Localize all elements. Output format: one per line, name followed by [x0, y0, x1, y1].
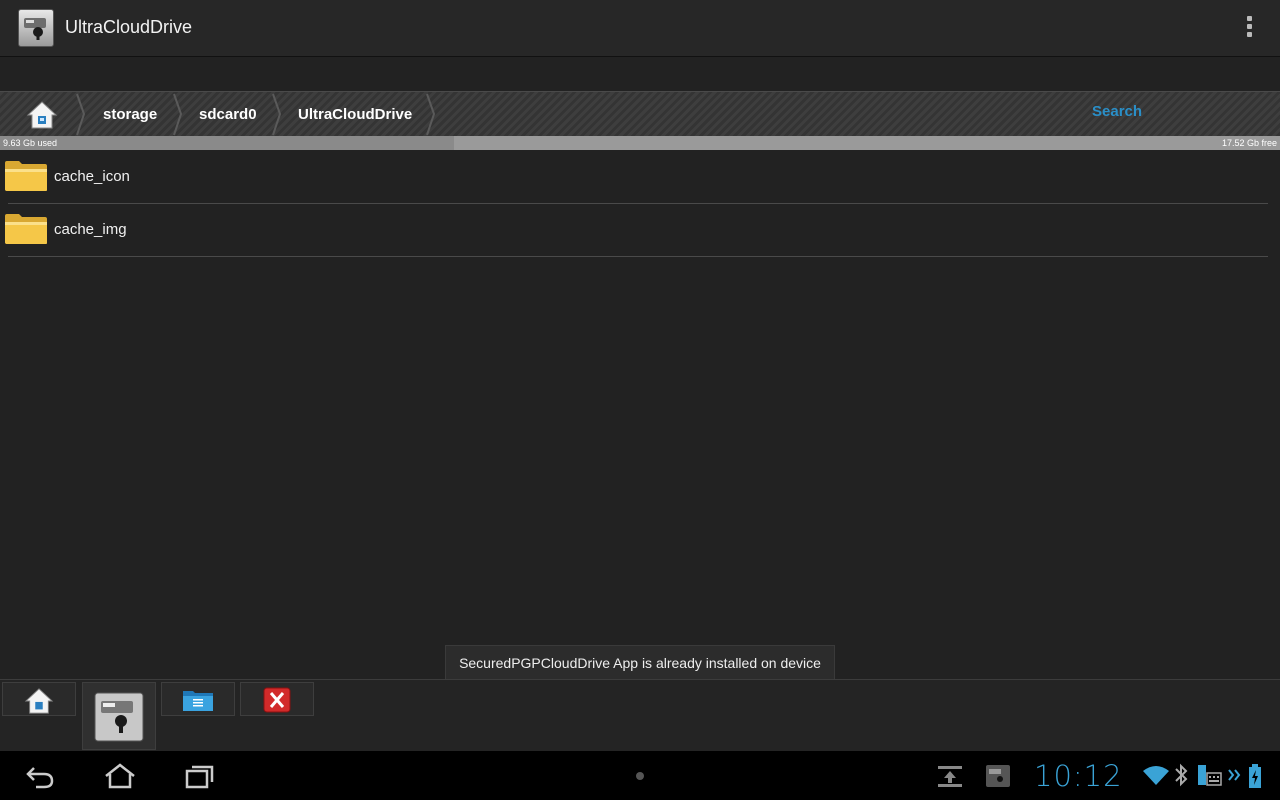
file-name: cache_img	[54, 221, 127, 238]
storage-used-fill	[0, 136, 455, 150]
wifi-icon	[1143, 766, 1169, 785]
file-name: cache_icon	[54, 168, 130, 185]
breadcrumb-separator	[426, 93, 436, 136]
home-icon	[24, 688, 54, 714]
recent-apps-icon[interactable]	[184, 763, 216, 789]
keyboard-icon	[1198, 765, 1222, 786]
list-item[interactable]: cache_icon	[5, 151, 1268, 204]
system-bar: 10:12	[0, 751, 1280, 800]
chevron-icon[interactable]	[1228, 763, 1242, 787]
breadcrumb: storage sdcard0 UltraCloudDrive Search	[0, 91, 1280, 137]
keyhole-drive-icon[interactable]	[18, 9, 54, 47]
bluetooth-icon	[1175, 763, 1188, 787]
action-bar: UltraCloudDrive	[0, 0, 1280, 57]
clock: 10:12	[1034, 759, 1123, 793]
breadcrumb-separator	[173, 93, 183, 136]
breadcrumb-separator	[76, 93, 86, 136]
toolbar-close-button[interactable]	[240, 682, 314, 716]
list-item[interactable]: cache_img	[5, 204, 1268, 257]
close-icon	[263, 687, 291, 713]
breadcrumb-item-storage[interactable]: storage	[103, 92, 157, 137]
back-icon[interactable]	[24, 763, 56, 789]
storage-free-label: 17.52 Gb free	[1221, 138, 1277, 148]
battery-icon	[1249, 764, 1261, 788]
folder-info-icon	[183, 691, 213, 711]
toolbar-home-button[interactable]	[2, 682, 76, 716]
bottom-toolbar	[0, 679, 1280, 752]
folder-icon	[5, 214, 47, 244]
app-title: UltraCloudDrive	[65, 17, 193, 37]
app-icon[interactable]	[984, 763, 1012, 789]
home-icon[interactable]	[26, 100, 58, 130]
file-list: cache_icon cache_img	[0, 151, 1280, 257]
folder-icon	[5, 161, 47, 191]
toast-message: SecuredPGPCloudDrive App is already inst…	[445, 645, 835, 680]
toolbar-folder-info-button[interactable]	[161, 682, 235, 716]
download-icon[interactable]	[936, 763, 964, 789]
storage-bar: 9.63 Gb used 17.52 Gb free	[0, 136, 1280, 150]
breadcrumb-separator	[272, 93, 282, 136]
storage-used-label: 9.63 Gb used	[3, 138, 58, 148]
breadcrumb-item-sdcard0[interactable]: sdcard0	[199, 92, 257, 137]
home-icon[interactable]	[104, 763, 136, 789]
search-link[interactable]: Search	[1092, 92, 1142, 132]
keyhole-drive-icon	[94, 692, 144, 742]
page-indicator-dot	[636, 772, 644, 780]
overflow-menu-icon[interactable]	[1246, 16, 1254, 40]
toolbar-clouddrive-button[interactable]	[82, 682, 156, 750]
breadcrumb-item-ultraclouddrive[interactable]: UltraCloudDrive	[298, 92, 412, 137]
